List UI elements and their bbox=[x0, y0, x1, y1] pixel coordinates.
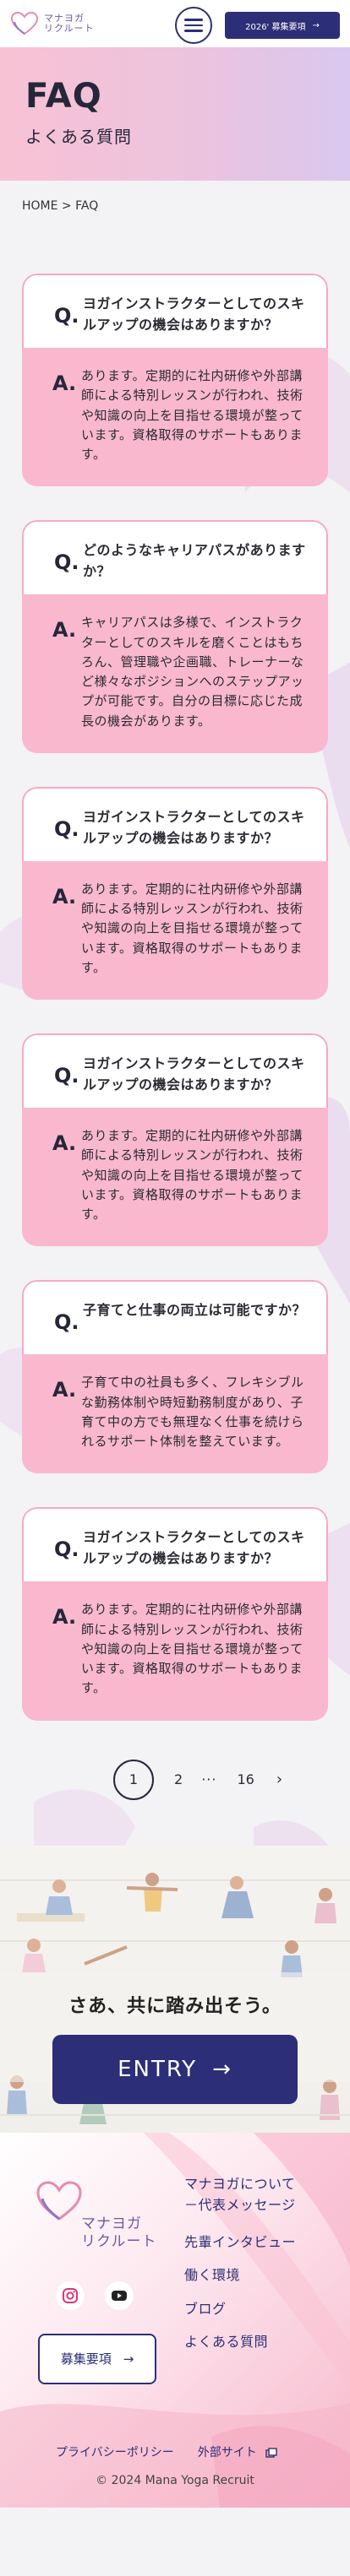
entry-button[interactable]: ENTRY → bbox=[52, 2034, 298, 2104]
heart-logo-icon bbox=[36, 2180, 82, 2221]
copyright: © 2024 Mana Yoga Recruit bbox=[96, 2473, 254, 2487]
answer-text: あります。定期的に社内研修や外部講師による特別レッスンが行われ、技術や知識の向上… bbox=[81, 881, 304, 975]
faq-answer: A. あります。定期的に社内研修や外部講師による特別レッスンが行われ、技術や知識… bbox=[22, 860, 328, 1000]
faq-item[interactable]: Q. ヨガインストラクターとしてのスキルアップの機会はありますか？ A. ありま… bbox=[22, 1033, 328, 1247]
answer-text: あります。定期的に社内研修や外部講師による特別レッスンが行われ、技術や知識の向上… bbox=[81, 368, 304, 462]
entry-label: ENTRY bbox=[118, 2056, 198, 2082]
answer-text: あります。定期的に社内研修や外部講師による特別レッスンが行われ、技術や知識の向上… bbox=[81, 1128, 304, 1222]
external-site-link[interactable]: 外部サイト bbox=[198, 2443, 277, 2460]
faq-section: Q. ヨガインストラクターとしてのスキルアップの機会はありますか？ A. ありま… bbox=[0, 240, 350, 1920]
faq-question[interactable]: Q. ヨガインストラクターとしてのスキルアップの機会はありますか？ bbox=[22, 1507, 328, 1582]
hamburger-icon bbox=[184, 30, 203, 32]
answer-mark: A. bbox=[52, 371, 77, 395]
faq-item[interactable]: Q. ヨガインストラクターとしてのスキルアップの機会はありますか？ A. ありま… bbox=[22, 274, 328, 487]
question-text: ヨガインストラクターとしてのスキルアップの機会はありますか？ bbox=[83, 1055, 305, 1093]
faq-question[interactable]: Q. ヨガインストラクターとしてのスキルアップの機会はありますか？ bbox=[22, 274, 328, 348]
chevron-right-icon[interactable]: › bbox=[276, 1771, 282, 1788]
hamburger-icon bbox=[184, 24, 203, 27]
faq-answer: A. あります。定期的に社内研修や外部講師による特別レッスンが行われ、技術や知識… bbox=[22, 1108, 328, 1247]
question-mark: Q. bbox=[54, 1310, 79, 1335]
faq-list: Q. ヨガインストラクターとしてのスキルアップの機会はありますか？ A. ありま… bbox=[22, 274, 328, 1721]
page-subtitle: よくある質問 bbox=[25, 127, 132, 147]
external-site-label: 外部サイト bbox=[197, 2445, 257, 2459]
page-link-last[interactable]: 16 bbox=[237, 1771, 254, 1787]
site-logo[interactable]: マナヨガ リクルート bbox=[10, 11, 95, 36]
faq-question[interactable]: Q. ヨガインストラクターとしてのスキルアップの機会はありますか？ bbox=[22, 786, 328, 861]
faq-question[interactable]: Q. どのようなキャリアパスがありますか？ bbox=[22, 520, 328, 595]
faq-item[interactable]: Q. ヨガインストラクターとしてのスキルアップの機会はありますか？ A. ありま… bbox=[22, 1507, 328, 1721]
footer-logo-text[interactable]: マナヨガ リクルート bbox=[81, 2215, 157, 2252]
faq-answer: A. キャリアパスは多様で、インストラクターとしてのスキルを磨くことはもちろん、… bbox=[22, 594, 328, 753]
footer-links: プライバシーポリシー 外部サイト bbox=[56, 2443, 277, 2460]
pagination: 1 2 ··· 16 › bbox=[22, 1754, 328, 1805]
answer-text: 子育て中の社員も多く、フレキシブルな勤務体制や時短勤務制度があり、子育て中の方で… bbox=[81, 1375, 304, 1449]
breadcrumb[interactable]: HOME > FAQ bbox=[0, 181, 350, 240]
entry-cta: さあ、共に踏み出そう。 ENTRY → bbox=[0, 1845, 350, 2133]
footer-recruit-label: 募集要項 bbox=[60, 2351, 112, 2367]
faq-answer: A. あります。定期的に社内研修や外部講師による特別レッスンが行われ、技術や知識… bbox=[22, 348, 328, 487]
footer-logo-line-1: マナヨガ bbox=[81, 2215, 142, 2232]
question-text: どのようなキャリアパスがありますか？ bbox=[83, 542, 306, 580]
answer-mark: A. bbox=[52, 618, 77, 643]
footer-nav-faq[interactable]: よくある質問 bbox=[184, 2333, 296, 2351]
heart-logo-icon bbox=[10, 11, 39, 35]
question-text: ヨガインストラクターとしてのスキルアップの機会はありますか？ bbox=[83, 296, 305, 333]
question-mark: Q. bbox=[54, 304, 79, 328]
instagram-icon[interactable] bbox=[56, 2280, 85, 2310]
site-footer: マナヨガ リクルート 募集要項 → マナヨガについて －代表メッセージ 先輩イン… bbox=[0, 2132, 350, 2508]
page-hero: FAQ よくある質問 bbox=[0, 47, 350, 181]
footer-nav-blog[interactable]: ブログ bbox=[184, 2300, 296, 2318]
question-text: ヨガインストラクターとしてのスキルアップの機会はありますか？ bbox=[83, 808, 305, 846]
faq-question[interactable]: Q. 子育てと仕事の両立は可能ですか？ bbox=[22, 1280, 328, 1355]
answer-mark: A. bbox=[52, 884, 77, 908]
question-text: 子育てと仕事の両立は可能ですか？ bbox=[83, 1302, 307, 1319]
arrow-right-icon: → bbox=[212, 2056, 232, 2082]
question-mark: Q. bbox=[54, 1064, 79, 1087]
question-mark: Q. bbox=[54, 550, 79, 575]
question-mark: Q. bbox=[54, 816, 79, 841]
faq-item[interactable]: Q. ヨガインストラクターとしてのスキルアップの機会はありますか？ A. ありま… bbox=[22, 786, 328, 1000]
menu-button[interactable] bbox=[175, 7, 212, 44]
question-mark: Q. bbox=[54, 1537, 79, 1562]
page-ellipsis: ··· bbox=[201, 1771, 217, 1787]
footer-recruit-button[interactable]: 募集要項 → bbox=[38, 2333, 156, 2384]
answer-text: あります。定期的に社内研修や外部講師による特別レッスンが行われ、技術や知識の向上… bbox=[81, 1602, 304, 1696]
arrow-right-icon: → bbox=[123, 2351, 134, 2367]
hamburger-icon bbox=[184, 19, 203, 21]
footer-logo-line-2: リクルート bbox=[81, 2232, 157, 2250]
footer-nav-about[interactable]: マナヨガについて bbox=[184, 2175, 296, 2194]
external-link-icon bbox=[265, 2447, 277, 2458]
answer-mark: A. bbox=[52, 1131, 77, 1155]
recruit-info-label: 2026' 募集要項 bbox=[245, 22, 306, 32]
footer-nav: マナヨガについて －代表メッセージ 先輩インタビュー 働く環境 ブログ よくある… bbox=[184, 2175, 296, 2367]
answer-text: キャリアパスは多様で、インストラクターとしてのスキルを磨くことはもちろん、管理職… bbox=[81, 615, 304, 729]
faq-item[interactable]: Q. どのようなキャリアパスがありますか？ A. キャリアパスは多様で、インスト… bbox=[22, 520, 328, 753]
recruit-info-button[interactable]: 2026' 募集要項 → bbox=[225, 12, 340, 39]
footer-nav-environment[interactable]: 働く環境 bbox=[184, 2266, 296, 2285]
logo-text: マナヨガ リクルート bbox=[44, 14, 95, 33]
logo-line-2: リクルート bbox=[44, 23, 95, 34]
page-title: FAQ bbox=[25, 77, 102, 116]
arrow-right-icon: → bbox=[312, 20, 320, 30]
site-header: マナヨガ リクルート 2026' 募集要項 → bbox=[0, 0, 350, 47]
footer-nav-interview[interactable]: 先輩インタビュー bbox=[184, 2233, 296, 2252]
faq-answer: A. 子育て中の社員も多く、フレキシブルな勤務体制や時短勤務制度があり、子育て中… bbox=[22, 1354, 328, 1474]
question-text: ヨガインストラクターとしてのスキルアップの機会はありますか？ bbox=[83, 1529, 305, 1567]
page-link[interactable]: 2 bbox=[174, 1771, 183, 1787]
answer-mark: A. bbox=[52, 1605, 77, 1630]
answer-mark: A. bbox=[52, 1378, 77, 1402]
faq-answer: A. あります。定期的に社内研修や外部講師による特別レッスンが行われ、技術や知識… bbox=[22, 1581, 328, 1721]
page-current[interactable]: 1 bbox=[113, 1759, 154, 1800]
faq-item[interactable]: Q. 子育てと仕事の両立は可能ですか？ A. 子育て中の社員も多く、フレキシブル… bbox=[22, 1280, 328, 1474]
privacy-policy-link[interactable]: プライバシーポリシー bbox=[56, 2443, 174, 2460]
faq-question[interactable]: Q. ヨガインストラクターとしてのスキルアップの機会はありますか？ bbox=[22, 1033, 328, 1108]
youtube-icon[interactable] bbox=[105, 2280, 134, 2310]
social-links bbox=[56, 2280, 134, 2310]
cta-heading: さあ、共に踏み出そう。 bbox=[68, 1995, 282, 2017]
footer-nav-message[interactable]: －代表メッセージ bbox=[184, 2196, 296, 2215]
